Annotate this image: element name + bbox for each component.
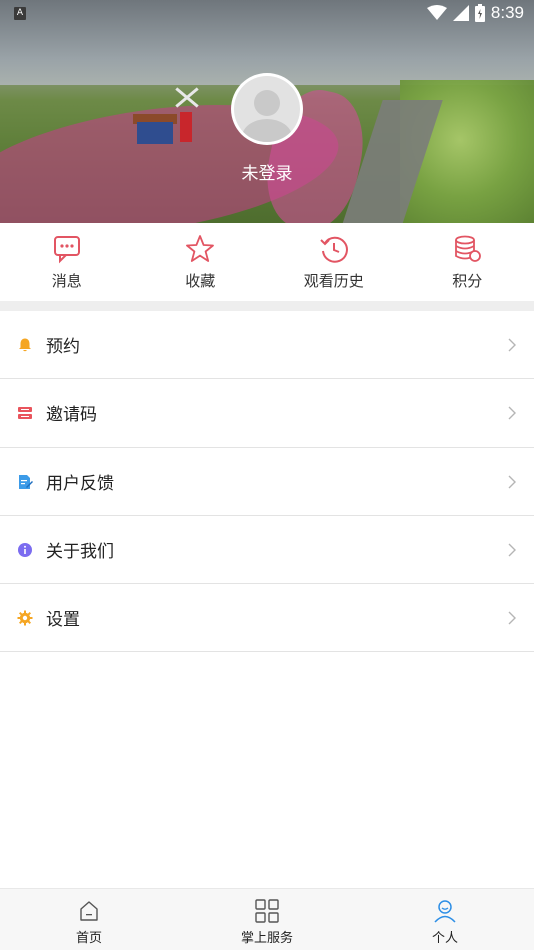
tab-home[interactable]: 首页 <box>0 889 178 950</box>
chevron-right-icon <box>508 338 516 352</box>
message-icon <box>53 236 80 264</box>
chevron-right-icon <box>508 543 516 557</box>
tab-personal[interactable]: 个人 <box>356 889 534 950</box>
quick-actions: 消息 收藏 观看历史 积分 <box>0 223 534 301</box>
history-icon <box>320 236 348 263</box>
bottom-tab-bar: 首页 掌上服务 个人 <box>0 888 534 950</box>
info-icon <box>18 542 32 557</box>
clock: 8:39 <box>490 3 524 22</box>
chevron-right-icon <box>508 611 516 625</box>
menu-item-invite-code[interactable]: 邀请码 <box>0 379 534 448</box>
chevron-right-icon <box>508 406 516 420</box>
menu-item-about-us[interactable]: 关于我们 <box>0 516 534 585</box>
battery-icon <box>474 4 485 22</box>
quick-action-points[interactable]: 积分 <box>401 223 534 301</box>
quick-action-label: 消息 <box>51 272 82 290</box>
login-prompt[interactable]: 未登录 <box>0 159 534 184</box>
ticket-icon <box>18 407 32 420</box>
tab-label: 个人 <box>431 931 458 946</box>
home-icon <box>80 901 98 921</box>
notification-badge: A <box>14 7 26 20</box>
gear-icon <box>17 610 33 626</box>
status-bar: A 8:39 <box>0 0 534 28</box>
quick-action-label: 观看历史 <box>303 272 364 290</box>
menu-item-label: 设置 <box>46 610 80 631</box>
feedback-icon <box>19 474 33 489</box>
chevron-right-icon <box>508 475 516 489</box>
tab-label: 首页 <box>75 931 102 946</box>
points-icon <box>455 235 482 262</box>
quick-action-label: 收藏 <box>185 272 216 290</box>
menu-item-label: 邀请码 <box>46 405 97 426</box>
menu-item-settings[interactable]: 设置 <box>0 584 534 653</box>
quick-action-label: 积分 <box>452 272 483 290</box>
bell-icon <box>19 338 31 352</box>
menu-item-label: 预约 <box>46 337 80 358</box>
quick-action-history[interactable]: 观看历史 <box>267 223 401 301</box>
tab-services[interactable]: 掌上服务 <box>178 889 356 950</box>
avatar[interactable] <box>231 73 303 145</box>
menu-item-label: 关于我们 <box>46 542 114 563</box>
grid-icon <box>255 899 279 923</box>
wifi-icon <box>426 5 447 20</box>
quick-action-favorites[interactable]: 收藏 <box>134 223 268 301</box>
menu-item-appointment[interactable]: 预约 <box>0 311 534 380</box>
quick-action-messages[interactable]: 消息 <box>0 223 134 301</box>
menu-item-feedback[interactable]: 用户反馈 <box>0 448 534 516</box>
section-divider <box>0 301 534 311</box>
settings-menu: 预约 邀请码 用户反馈 关于我们 设置 <box>0 311 534 653</box>
tab-label: 掌上服务 <box>240 931 293 946</box>
person-icon <box>434 900 456 923</box>
menu-item-label: 用户反馈 <box>46 473 114 494</box>
signal-icon <box>452 5 469 21</box>
default-avatar-icon <box>234 76 300 142</box>
star-icon <box>186 235 215 262</box>
